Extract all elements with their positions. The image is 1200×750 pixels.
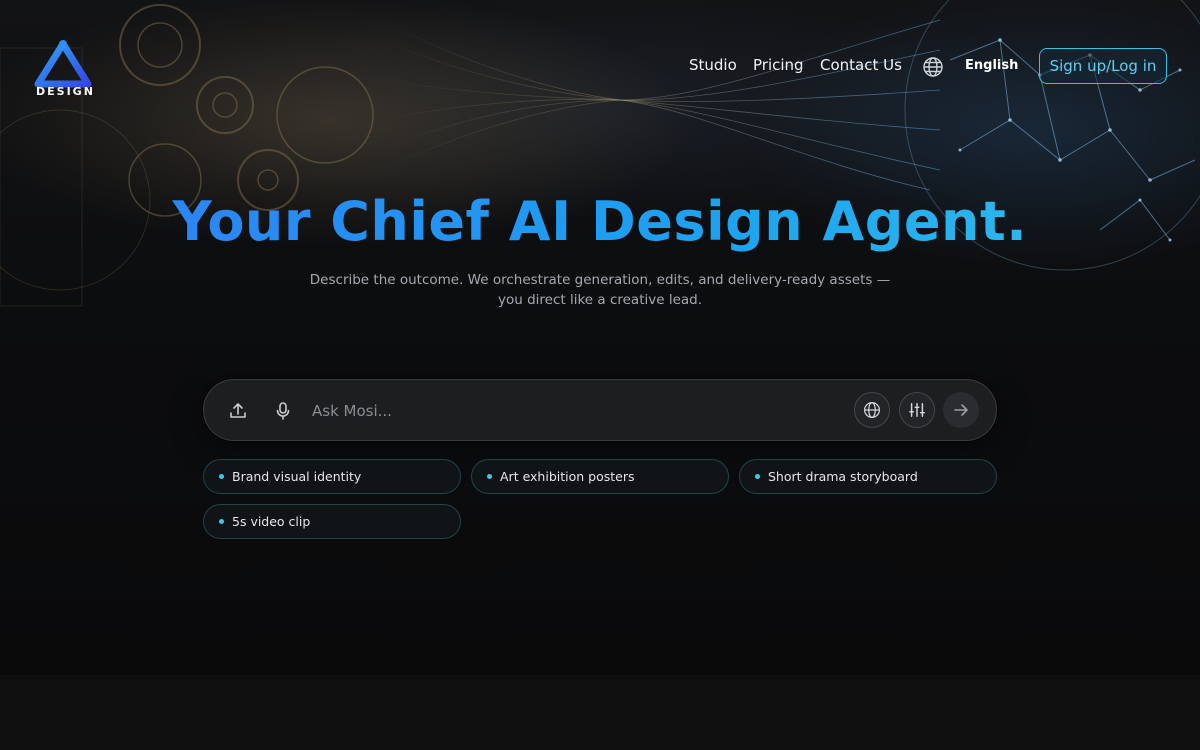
chip-label: Art exhibition posters — [500, 469, 635, 484]
suggestion-chip[interactable]: Brand visual identity — [203, 459, 461, 494]
nav-link-pricing[interactable]: Pricing — [753, 56, 804, 74]
settings-button[interactable] — [899, 392, 935, 428]
chip-dot — [219, 474, 224, 479]
upload-icon — [230, 403, 246, 418]
globe-icon — [864, 402, 880, 418]
prompt-bar — [203, 379, 997, 441]
page-subtitle: Describe the outcome. We orchestrate gen… — [309, 272, 891, 308]
upload-button[interactable] — [226, 399, 250, 423]
background-artwork — [0, 0, 1200, 307]
language-selector[interactable]: English — [965, 58, 1018, 73]
suggestion-chip[interactable]: Short drama storyboard — [739, 459, 997, 494]
nav-link-studio[interactable]: Studio — [689, 56, 737, 74]
logo-text: DESIGN — [36, 85, 95, 98]
hero-background — [0, 0, 1200, 675]
nav-link-contact-us[interactable]: Contact Us — [820, 56, 902, 74]
suggestion-chip[interactable]: 5s video clip — [203, 504, 461, 539]
signup-login-button[interactable]: Sign up/Log in — [1039, 48, 1167, 84]
microphone-button[interactable] — [271, 399, 295, 423]
arrow-right-icon — [954, 404, 968, 416]
chip-dot — [487, 474, 492, 479]
send-button[interactable] — [943, 392, 979, 428]
fiber-lines — [379, 19, 941, 191]
page-title: Your Chief AI Design Agent. — [0, 190, 1200, 253]
microphone-icon — [276, 402, 290, 420]
chip-dot — [219, 519, 224, 524]
web-search-button[interactable] — [854, 392, 890, 428]
chip-label: Brand visual identity — [232, 469, 362, 484]
chip-label: 5s video clip — [232, 514, 311, 529]
sliders-icon — [909, 402, 925, 418]
footer-band — [0, 675, 1200, 750]
chip-label: Short drama storyboard — [768, 469, 918, 484]
suggestion-chip[interactable]: Art exhibition posters — [471, 459, 729, 494]
globe-icon[interactable] — [922, 56, 944, 78]
prompt-input[interactable] — [312, 398, 832, 424]
chip-dot — [755, 474, 760, 479]
